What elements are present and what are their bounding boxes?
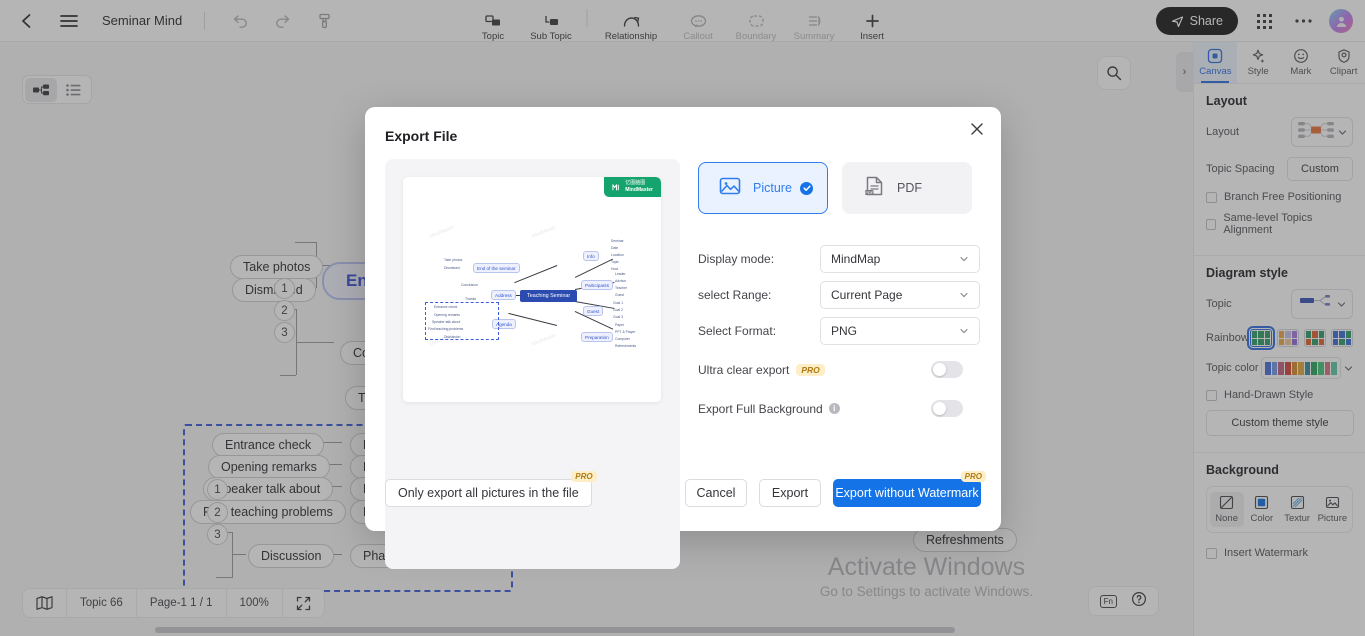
- preview-leaf: Guest: [615, 293, 625, 297]
- preview-leaf: Leader: [615, 272, 626, 276]
- ultra-clear-export-toggle[interactable]: [931, 361, 963, 378]
- ultra-clear-pro-badge: PRO: [796, 363, 825, 376]
- display-mode-row: Display mode: MindMap: [698, 245, 980, 273]
- preview-leaf: Advisor: [615, 279, 627, 283]
- ultra-clear-export-row: Ultra clear export PRO: [698, 361, 963, 378]
- export-button[interactable]: Export: [759, 479, 821, 507]
- export-full-background-label: Export Full Background: [698, 401, 823, 416]
- format-card-picture[interactable]: Picture: [698, 162, 828, 214]
- display-mode-label: Display mode:: [698, 252, 775, 266]
- close-x-icon[interactable]: [967, 119, 987, 139]
- preview-leaf: Location: [611, 253, 624, 257]
- info-icon[interactable]: i: [828, 403, 840, 414]
- dialog-footer-actions: Cancel Export Export without Watermark P…: [685, 471, 986, 507]
- select-range-label: select Range:: [698, 288, 772, 302]
- display-mode-dropdown[interactable]: MindMap: [820, 245, 980, 273]
- export-without-watermark-label: Export without Watermark: [835, 486, 979, 500]
- preview-leaf: Topic: [611, 260, 619, 264]
- format-card-pdf-label: PDF: [897, 181, 922, 195]
- preview-leaf: Goal 3: [613, 315, 623, 319]
- select-range-dropdown[interactable]: Current Page: [820, 281, 980, 309]
- export-full-background-toggle[interactable]: [931, 400, 963, 417]
- preview-leaf: Entrance check: [434, 305, 458, 309]
- preview-leaf: Dismissed: [444, 266, 460, 270]
- display-mode-value: MindMap: [831, 252, 881, 266]
- preview-connector: [514, 265, 558, 283]
- preview-leaf: PPT & Player: [615, 330, 636, 334]
- only-export-pictures-label: Only export all pictures in the file: [398, 486, 579, 500]
- preview-leaf: Discussion: [444, 335, 461, 339]
- dialog-footer-left: Only export all pictures in the file PRO: [385, 471, 597, 507]
- picture-icon: [719, 175, 741, 202]
- mindmaster-brand-badge: 亿图脑图 MindMaster: [604, 177, 661, 197]
- pdf-icon: PDF: [863, 175, 885, 202]
- preview-branch-node: Guest: [583, 306, 604, 316]
- app-root: Seminar Mind Topic Sub Topic Relationshi…: [0, 0, 1365, 636]
- preview-branch-node: Participants: [581, 280, 614, 290]
- preview-leaf: Computer: [615, 337, 630, 341]
- select-format-label: Select Format:: [698, 324, 777, 338]
- preview-leaf: Speaker talk about: [432, 320, 461, 324]
- select-format-value: PNG: [831, 324, 858, 338]
- preview-leaf: Host: [611, 267, 618, 271]
- preview-leaf: Opening remarks: [434, 313, 461, 317]
- export-preview-pane: 亿图脑图 MindMaster MindMaster MindMaster Mi…: [385, 159, 680, 569]
- preview-center-node: Teaching Seminar: [520, 290, 578, 302]
- brand-badge-cn: 亿图脑图: [625, 180, 646, 186]
- export-without-watermark-button[interactable]: Export without Watermark PRO: [833, 471, 986, 507]
- only-export-pictures-button[interactable]: Only export all pictures in the file PRO: [385, 471, 597, 507]
- chevron-down-icon: [960, 292, 968, 298]
- format-card-picture-label: Picture: [753, 181, 792, 195]
- only-export-pro-badge: PRO: [571, 471, 597, 482]
- preview-branch-node: End of the seminar: [473, 263, 520, 273]
- preview-branch-node: Address: [491, 290, 516, 300]
- preview-leaf: Refreshments: [615, 344, 637, 348]
- select-range-value: Current Page: [831, 288, 903, 302]
- preview-leaf: Conclusion: [461, 283, 478, 287]
- preview-leaf: Paper: [615, 323, 625, 327]
- export-file-dialog: Export File 亿图脑图 MindMaster MindMaster M…: [365, 107, 1001, 569]
- preview-leaf: Seminar: [611, 239, 624, 243]
- export-without-watermark-pro-badge: PRO: [960, 471, 986, 482]
- preview-watermark: MindMaster: [530, 332, 558, 348]
- format-card-pdf[interactable]: PDF PDF: [842, 162, 972, 214]
- preview-leaf: Goal 2: [613, 308, 623, 312]
- brand-badge-label: MindMaster: [625, 187, 653, 193]
- select-format-dropdown[interactable]: PNG: [820, 317, 980, 345]
- chevron-down-icon: [960, 328, 968, 334]
- preview-leaf: Goal 1: [613, 301, 623, 305]
- dialog-title: Export File: [385, 128, 458, 144]
- select-format-row: Select Format: PNG: [698, 317, 980, 345]
- preview-leaf: Thanks: [465, 297, 477, 301]
- svg-text:PDF: PDF: [865, 190, 874, 195]
- ultra-clear-export-label: Ultra clear export: [698, 362, 790, 377]
- mindmap-preview-card: 亿图脑图 MindMaster MindMaster MindMaster Mi…: [403, 177, 661, 402]
- export-format-cards: Picture PDF PDF: [698, 162, 972, 214]
- cancel-button[interactable]: Cancel: [685, 479, 747, 507]
- preview-leaf: Teacher: [615, 286, 628, 290]
- preview-watermark: MindMaster: [530, 224, 558, 240]
- preview-branch-node: Info: [583, 251, 599, 261]
- export-full-background-row: Export Full Background i: [698, 400, 963, 417]
- preview-leaf: Take photos: [444, 258, 463, 262]
- preview-connector: [574, 258, 613, 278]
- chevron-down-icon: [960, 256, 968, 262]
- format-selected-check-icon: [800, 181, 813, 195]
- select-range-row: select Range: Current Page: [698, 281, 980, 309]
- preview-watermark: MindMaster: [428, 224, 456, 240]
- preview-branch-node: Preparation: [581, 332, 613, 342]
- preview-leaf: Date: [611, 246, 619, 250]
- preview-leaf: Find teaching problems: [428, 327, 464, 331]
